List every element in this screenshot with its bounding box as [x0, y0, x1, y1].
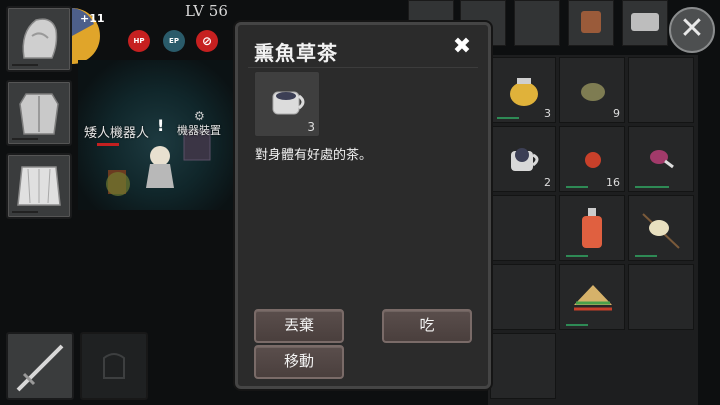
inventory-cell-4[interactable]: 2	[490, 126, 556, 192]
cape-icon	[17, 166, 61, 206]
inventory-cell-12[interactable]	[628, 264, 694, 330]
item-title: 熏魚草茶	[254, 41, 338, 65]
item-description: 對身體有好處的茶。	[255, 148, 373, 163]
player-level: LV 56	[185, 2, 228, 20]
inventory-cell-8[interactable]	[559, 195, 625, 261]
potion-bottle-icon	[582, 208, 602, 248]
close-inventory-button[interactable]: ✕	[669, 7, 715, 53]
item-count: 16	[606, 176, 620, 189]
inventory-cell-9[interactable]	[628, 195, 694, 261]
inventory-cell-10[interactable]	[490, 264, 556, 330]
level-badge: +11	[80, 12, 105, 25]
inventory-cell-3[interactable]	[628, 57, 694, 123]
item-count: 2	[544, 176, 551, 189]
equip-slot-body[interactable]	[6, 80, 72, 146]
move-button[interactable]: 移動	[254, 345, 344, 379]
weapon-slot[interactable]	[6, 332, 74, 400]
item-count: 3	[544, 107, 551, 120]
gear-icon: ⚙	[194, 109, 205, 123]
meat-skewer-icon	[642, 213, 680, 249]
inventory-cell-6[interactable]	[628, 126, 694, 192]
inventory-cell-7[interactable]	[490, 195, 556, 261]
tab-armor[interactable]	[622, 0, 668, 46]
inventory-cell-13[interactable]	[490, 333, 556, 399]
bag-icon	[581, 11, 601, 33]
inventory-grid: 3 9 2 16	[488, 55, 698, 405]
npc-name-label: 矮人機器人	[84, 126, 150, 141]
item-detail-dialog: 熏魚草茶 ✖ 3 對身體有好處的茶。 丟棄 吃 移動	[235, 22, 491, 389]
item-count: 3	[307, 120, 315, 134]
inventory-cell-2[interactable]: 9	[559, 57, 625, 123]
inventory-cell-1[interactable]: 3	[490, 57, 556, 123]
equip-slot-cape[interactable]	[6, 153, 72, 219]
sandwich-icon	[574, 285, 612, 311]
item-preview: 3	[254, 71, 320, 137]
device-label: 機器裝置	[177, 124, 221, 137]
offhand-slot[interactable]	[80, 332, 148, 400]
divider	[248, 67, 478, 68]
sword-icon	[16, 344, 64, 392]
item-count: 9	[613, 107, 620, 120]
inventory-cell-11[interactable]	[559, 264, 625, 330]
discard-button[interactable]: 丟棄	[254, 309, 344, 343]
hood-icon	[22, 18, 58, 59]
no-entry-icon: ⊘	[196, 30, 218, 52]
armor-icon	[631, 13, 659, 31]
alert-mark: !	[157, 116, 165, 135]
hp-icon: HP	[128, 30, 150, 52]
eat-button[interactable]: 吃	[382, 309, 472, 343]
inventory-cell-5[interactable]: 16	[559, 126, 625, 192]
npc-health-bar	[97, 143, 119, 146]
tab-bag[interactable]	[568, 0, 614, 46]
close-icon[interactable]: ✖	[450, 35, 474, 59]
coat-icon	[19, 93, 59, 135]
equip-slot-head[interactable]	[6, 6, 72, 72]
tab-inventory-3[interactable]	[514, 0, 560, 46]
glove-icon	[103, 353, 125, 379]
ep-icon: EP	[163, 30, 185, 52]
meat-leg-icon	[650, 150, 674, 169]
